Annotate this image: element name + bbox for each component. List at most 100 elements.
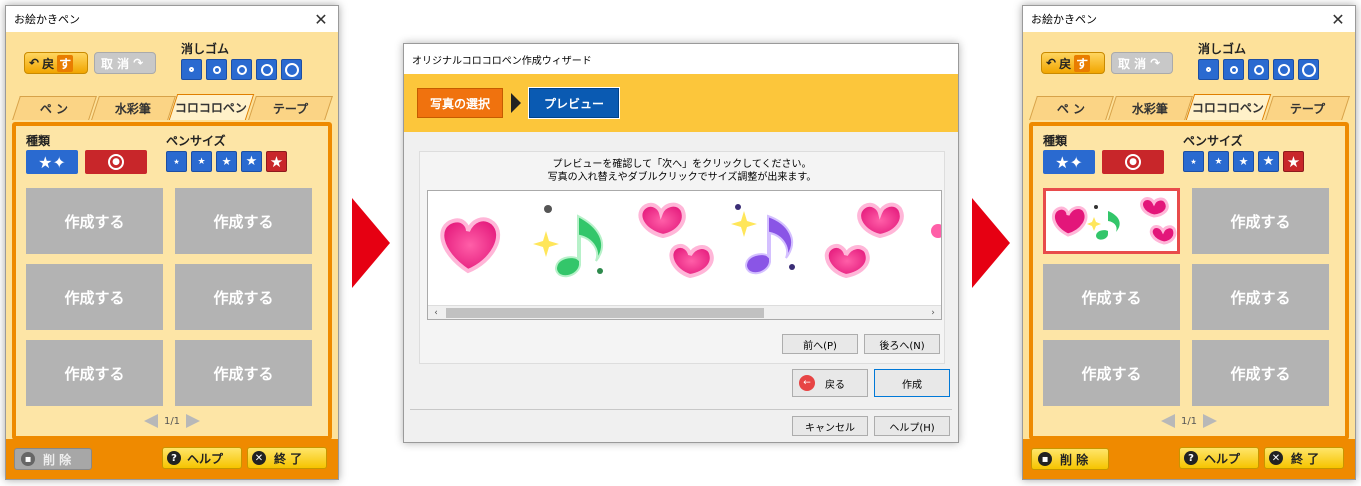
pen-size-2[interactable]: ★ <box>1208 151 1229 172</box>
horizontal-scrollbar[interactable]: ‹ › <box>428 305 941 319</box>
quit-button[interactable]: ✕ 終 了 <box>247 447 327 469</box>
close-icon[interactable]: ✕ <box>1327 10 1349 29</box>
pen-size-1[interactable]: ★ <box>166 151 187 172</box>
tab-watercolor[interactable]: 水彩筆 <box>90 96 175 120</box>
trash-icon: ▪ <box>21 452 35 466</box>
prev-page-icon[interactable] <box>143 414 158 428</box>
star-icon: ★ <box>245 154 258 169</box>
create-cell[interactable]: 作成する <box>26 188 163 254</box>
tab-label: 水彩筆 <box>114 102 151 116</box>
kind-stars-button[interactable]: ★✦ <box>1043 150 1095 174</box>
quit-label: 終 了 <box>1291 451 1320 466</box>
create-cell[interactable]: 作成する <box>175 188 312 254</box>
kind-photo-button[interactable]: ● <box>85 150 147 174</box>
tab-label: 水彩筆 <box>1131 102 1168 116</box>
star-icon: ★ <box>221 155 232 168</box>
tab-korokoro[interactable]: コロコロペン <box>1185 94 1271 120</box>
eraser-size-5[interactable] <box>1298 59 1319 80</box>
eraser-size-3[interactable] <box>231 59 252 80</box>
eraser-size-3[interactable] <box>1248 59 1269 80</box>
delete-button[interactable]: ▪ 削 除 <box>14 448 92 470</box>
left-window-body: ↶ 戻 す 取 消 ↷ 消しゴム ペ ン 水彩筆 コロコロペン テープ 種類 ペ… <box>6 32 338 479</box>
undo-button[interactable]: 取 消 ↷ <box>94 52 156 74</box>
custom-pen-cell[interactable] <box>1043 188 1180 254</box>
step-photo-select: 写真の選択 <box>417 88 504 118</box>
star-icon: ★ <box>1214 156 1223 167</box>
star-icon: ★ <box>1262 154 1275 169</box>
tab-watercolor[interactable]: 水彩筆 <box>1107 96 1192 120</box>
pen-size-2[interactable]: ★ <box>191 151 212 172</box>
create-cell[interactable]: 作成する <box>26 340 163 406</box>
create-cell[interactable]: 作成する <box>1043 340 1180 406</box>
left-titlebar: お絵かきペン ✕ <box>6 6 338 32</box>
delete-button[interactable]: ▪ 削 除 <box>1031 448 1109 470</box>
sparkle-icon <box>731 211 757 237</box>
create-cell[interactable]: 作成する <box>1192 340 1329 406</box>
eraser-size-5[interactable] <box>281 59 302 80</box>
eraser-size-4[interactable] <box>256 59 277 80</box>
close-icon[interactable]: ✕ <box>310 10 332 29</box>
scroll-left-icon[interactable]: ‹ <box>428 308 444 318</box>
create-cell[interactable]: 作成する <box>26 264 163 330</box>
create-cell[interactable]: 作成する <box>175 264 312 330</box>
tab-korokoro[interactable]: コロコロペン <box>168 94 254 120</box>
back-button[interactable]: ↶ 戻 す <box>1041 52 1105 74</box>
help-button[interactable]: ? ヘルプ <box>1179 447 1259 469</box>
eraser-size-2[interactable] <box>1223 59 1244 80</box>
right-bottombar: ▪ 削 除 ? ヘルプ ✕ 終 了 <box>1023 439 1355 479</box>
next-button[interactable]: 後ろへ(N) <box>864 334 940 354</box>
cancel-button[interactable]: キャンセル <box>792 416 868 436</box>
prev-page-icon[interactable] <box>1160 414 1175 428</box>
heart-icon <box>440 217 500 274</box>
kind-photo-button[interactable]: ● <box>1102 150 1164 174</box>
eraser-size-1[interactable] <box>181 59 202 80</box>
create-cell[interactable]: 作成する <box>1192 188 1329 254</box>
create-cell[interactable]: 作成する <box>1192 264 1329 330</box>
pen-size-3[interactable]: ★ <box>1233 151 1254 172</box>
pen-size-5[interactable]: ★ <box>266 151 287 172</box>
quit-button[interactable]: ✕ 終 了 <box>1264 447 1344 469</box>
scroll-right-icon[interactable]: › <box>925 308 941 318</box>
create-cell[interactable]: 作成する <box>1043 264 1180 330</box>
kind-stars-button[interactable]: ★✦ <box>26 150 78 174</box>
pen-size-5[interactable]: ★ <box>1283 151 1304 172</box>
pager: 1/1 <box>1033 414 1345 428</box>
pen-size-1[interactable]: ★ <box>1183 151 1204 172</box>
tab-pen[interactable]: ペ ン <box>1029 96 1114 120</box>
help-button[interactable]: ヘルプ(H) <box>874 416 950 436</box>
tab-tape[interactable]: テープ <box>1264 96 1349 120</box>
scroll-track[interactable] <box>444 306 925 320</box>
person-icon: ● <box>1125 154 1141 170</box>
tab-label: コロコロペン <box>175 101 248 115</box>
back-button[interactable]: ↶ 戻 す <box>24 52 88 74</box>
next-page-icon[interactable] <box>186 414 201 428</box>
screenshot-stage: お絵かきペン ✕ ↶ 戻 す 取 消 ↷ 消しゴム ペ ン 水彩筆 コロコロペン… <box>0 0 1361 486</box>
pen-size-4[interactable]: ★ <box>1258 151 1279 172</box>
person-icon: ● <box>108 154 124 170</box>
pen-grid: 作成する 作成する 作成する 作成する 作成する 作成する <box>26 188 312 406</box>
eraser-label: 消しゴム <box>181 42 230 56</box>
back-button[interactable]: ← 戻る <box>792 369 868 397</box>
back-suffix: す <box>1074 54 1091 72</box>
pen-size-3[interactable]: ★ <box>216 151 237 172</box>
quit-label: 終 了 <box>274 451 303 466</box>
pattern-preview[interactable]: ‹ › <box>427 190 942 320</box>
star-icon: ★ <box>1190 157 1197 166</box>
prev-button[interactable]: 前へ(P) <box>782 334 858 354</box>
create-button[interactable]: 作成 <box>874 369 950 397</box>
eraser-size-1[interactable] <box>1198 59 1219 80</box>
tab-pen[interactable]: ペ ン <box>12 96 97 120</box>
undo-button[interactable]: 取 消 ↷ <box>1111 52 1173 74</box>
next-page-icon[interactable] <box>1203 414 1218 428</box>
eraser-size-2[interactable] <box>206 59 227 80</box>
gem-icon <box>735 204 741 210</box>
help-button[interactable]: ? ヘルプ <box>162 447 242 469</box>
scroll-thumb[interactable] <box>446 307 764 318</box>
create-cell[interactable]: 作成する <box>175 340 312 406</box>
right-toolbar: ↶ 戻 す 取 消 ↷ 消しゴム <box>1023 32 1355 94</box>
pen-size-4[interactable]: ★ <box>241 151 262 172</box>
tab-tape[interactable]: テープ <box>247 96 332 120</box>
back-arrow-icon: ↶ <box>1046 56 1057 70</box>
wizard-titlebar: オリジナルコロコロペン作成ウィザード <box>404 44 958 74</box>
eraser-size-4[interactable] <box>1273 59 1294 80</box>
